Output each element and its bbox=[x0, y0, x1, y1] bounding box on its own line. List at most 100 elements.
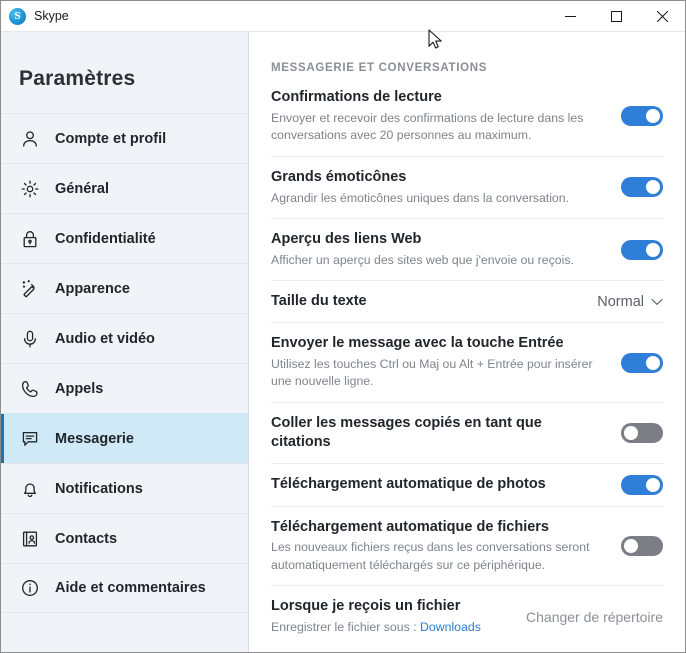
row-control bbox=[617, 106, 663, 127]
person-icon bbox=[19, 128, 41, 150]
settings-sidebar: Paramètres Compte et profil Général Conf… bbox=[1, 32, 249, 652]
sidebar-item-notifications[interactable]: Notifications bbox=[1, 463, 248, 513]
setting-description: Utilisez les touches Ctrl ou Maj ou Alt … bbox=[271, 357, 593, 389]
sidebar-item-label: Notifications bbox=[55, 480, 143, 497]
setting-row-confirmations-de-lecture: Confirmations de lecture Envoyer et rece… bbox=[271, 86, 663, 156]
row-texts: Grands émoticônes Agrandir les émoticône… bbox=[271, 168, 617, 207]
setting-title: Aperçu des liens Web bbox=[271, 231, 422, 248]
dropdown-value: Normal bbox=[597, 293, 644, 310]
sidebar-item-contacts[interactable]: Contacts bbox=[1, 513, 248, 563]
sidebar-item-label: Général bbox=[55, 180, 109, 197]
setting-row-taille-du-texte: Taille du texte Normal bbox=[271, 280, 663, 322]
change-directory-button[interactable]: Changer de répertoire bbox=[526, 609, 663, 625]
phone-icon bbox=[19, 378, 41, 400]
title-bar-left: S Skype bbox=[1, 7, 69, 25]
setting-title: Envoyer le message avec la touche Entrée bbox=[271, 335, 564, 352]
row-texts: Téléchargement automatique de fichiers L… bbox=[271, 518, 617, 575]
title-bar: S Skype bbox=[1, 1, 685, 32]
close-icon bbox=[656, 10, 668, 22]
toggle-knob bbox=[646, 477, 660, 492]
maximize-icon bbox=[610, 10, 622, 22]
toggle-coller-citations[interactable] bbox=[621, 422, 663, 443]
toggle-apercu-des-liens-web[interactable] bbox=[621, 239, 663, 260]
setting-description: Agrandir les émoticônes uniques dans la … bbox=[271, 190, 570, 205]
info-icon bbox=[19, 577, 41, 599]
setting-title: Téléchargement automatique de photos bbox=[271, 475, 546, 492]
chevron-down-icon bbox=[651, 298, 663, 305]
toggle-confirmations-de-lecture[interactable] bbox=[621, 106, 663, 127]
row-control bbox=[617, 536, 663, 556]
setting-description: Enregistrer le fichier sous : Downloads bbox=[271, 619, 512, 636]
setting-row-telechargement-photos: Téléchargement automatique de photos bbox=[271, 462, 663, 506]
toggle-knob bbox=[646, 180, 660, 195]
sidebar-item-appels[interactable]: Appels bbox=[1, 363, 248, 413]
setting-description: Envoyer et recevoir des confirmations de… bbox=[271, 110, 584, 143]
setting-title: Lorsque je reçois un fichier bbox=[271, 598, 461, 615]
row-texts: Lorsque je reçois un fichier Enregistrer… bbox=[271, 597, 526, 636]
toggle-envoyer-avec-entree[interactable] bbox=[621, 352, 663, 373]
address-book-icon bbox=[19, 528, 41, 550]
minimize-button[interactable] bbox=[547, 1, 593, 32]
setting-description: Afficher un aperçu des sites web que j'e… bbox=[271, 252, 574, 267]
setting-row-lorsque-je-recois-un-fichier: Lorsque je reçois un fichier Enregistrer… bbox=[271, 585, 663, 647]
sidebar-item-apparence[interactable]: Apparence bbox=[1, 263, 248, 313]
toggle-knob bbox=[646, 355, 660, 370]
setting-description: Les nouveaux fichiers reçus dans les con… bbox=[271, 540, 590, 572]
sidebar-item-messagerie[interactable]: Messagerie bbox=[1, 413, 248, 463]
row-texts: Aperçu des liens Web Afficher un aperçu … bbox=[271, 230, 617, 269]
skype-logo-icon: S bbox=[9, 7, 26, 25]
sidebar-item-audio-et-video[interactable]: Audio et vidéo bbox=[1, 313, 248, 363]
sidebar-item-label: Apparence bbox=[55, 280, 130, 297]
row-texts: Envoyer le message avec la touche Entrée… bbox=[271, 334, 617, 391]
row-texts: Coller les messages copiés en tant que c… bbox=[271, 414, 617, 452]
sidebar-item-label: Appels bbox=[55, 380, 104, 397]
row-control bbox=[617, 422, 663, 443]
row-texts: Taille du texte bbox=[271, 292, 597, 311]
bell-icon bbox=[19, 478, 41, 500]
setting-title: Coller les messages copiés en tant que c… bbox=[271, 414, 542, 450]
text-size-dropdown[interactable]: Normal bbox=[597, 294, 663, 310]
chat-bubble-icon bbox=[19, 428, 41, 450]
window-body: Paramètres Compte et profil Général Conf… bbox=[1, 32, 685, 652]
setting-row-coller-citations: Coller les messages copiés en tant que c… bbox=[271, 401, 663, 463]
microphone-icon bbox=[19, 328, 41, 350]
sidebar-item-compte-et-profil[interactable]: Compte et profil bbox=[1, 113, 248, 163]
lock-icon bbox=[19, 228, 41, 250]
window-title: Skype bbox=[34, 9, 69, 23]
close-button[interactable] bbox=[639, 1, 685, 32]
toggle-knob bbox=[646, 109, 660, 124]
gear-icon bbox=[19, 178, 41, 200]
row-control: Normal bbox=[597, 294, 663, 310]
sidebar-item-aide-et-commentaires[interactable]: Aide et commentaires bbox=[1, 563, 248, 613]
sidebar-item-label: Messagerie bbox=[55, 430, 134, 447]
sidebar-item-label: Aide et commentaires bbox=[55, 580, 206, 596]
toggle-knob bbox=[646, 242, 660, 257]
sidebar-item-label: Compte et profil bbox=[55, 130, 167, 147]
row-control: Changer de répertoire bbox=[526, 609, 663, 625]
magic-wand-icon bbox=[19, 278, 41, 300]
maximize-button[interactable] bbox=[593, 1, 639, 32]
sidebar-item-general[interactable]: Général bbox=[1, 163, 248, 213]
toggle-telechargement-photos[interactable] bbox=[621, 474, 663, 495]
row-control bbox=[617, 239, 663, 260]
window-controls bbox=[547, 1, 685, 32]
sidebar-item-confidentialite[interactable]: Confidentialité bbox=[1, 213, 248, 263]
section-header: MESSAGERIE ET CONVERSATIONS bbox=[271, 62, 488, 74]
settings-nav: Compte et profil Général Confidentialité… bbox=[1, 113, 248, 613]
sidebar-item-label: Confidentialité bbox=[55, 230, 156, 247]
skype-settings-window: S Skype Paramètres Compte et profil Géné… bbox=[0, 0, 686, 653]
toggle-telechargement-fichiers[interactable] bbox=[621, 536, 663, 556]
setting-row-apercu-des-liens-web: Aperçu des liens Web Afficher un aperçu … bbox=[271, 218, 663, 280]
row-control bbox=[617, 352, 663, 373]
setting-row-envoyer-avec-entree: Envoyer le message avec la touche Entrée… bbox=[271, 322, 663, 402]
row-texts: Téléchargement automatique de photos bbox=[271, 475, 617, 494]
settings-content: MESSAGERIE ET CONVERSATIONS Confirmation… bbox=[249, 32, 685, 652]
toggle-knob bbox=[624, 425, 638, 440]
setting-title: Confirmations de lecture bbox=[271, 89, 442, 105]
sidebar-item-label: Contacts bbox=[55, 530, 118, 547]
minimize-icon bbox=[564, 15, 576, 17]
setting-title: Grands émoticônes bbox=[271, 168, 407, 185]
downloads-folder-link[interactable]: Downloads bbox=[420, 620, 481, 634]
toggle-grands-emoticones[interactable] bbox=[621, 177, 663, 198]
sidebar-item-label: Audio et vidéo bbox=[55, 330, 155, 347]
